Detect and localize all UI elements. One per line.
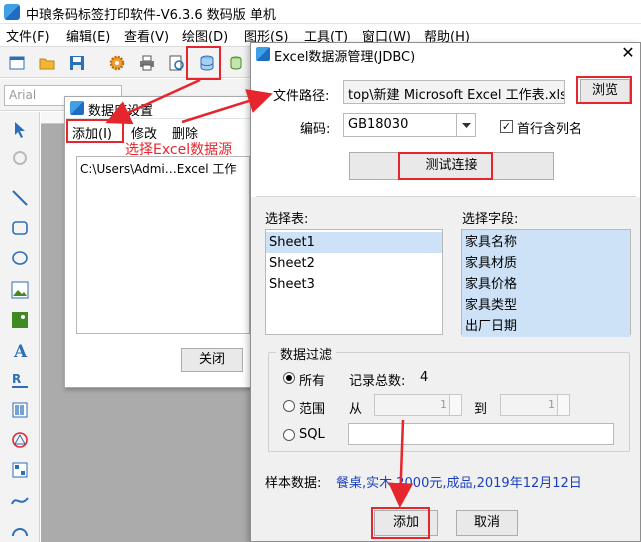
arrow-to-final-add — [388, 419, 414, 508]
annotation-arrows — [105, 78, 414, 508]
arrow-to-add — [105, 78, 201, 125]
arrow-to-dialog — [181, 89, 273, 124]
